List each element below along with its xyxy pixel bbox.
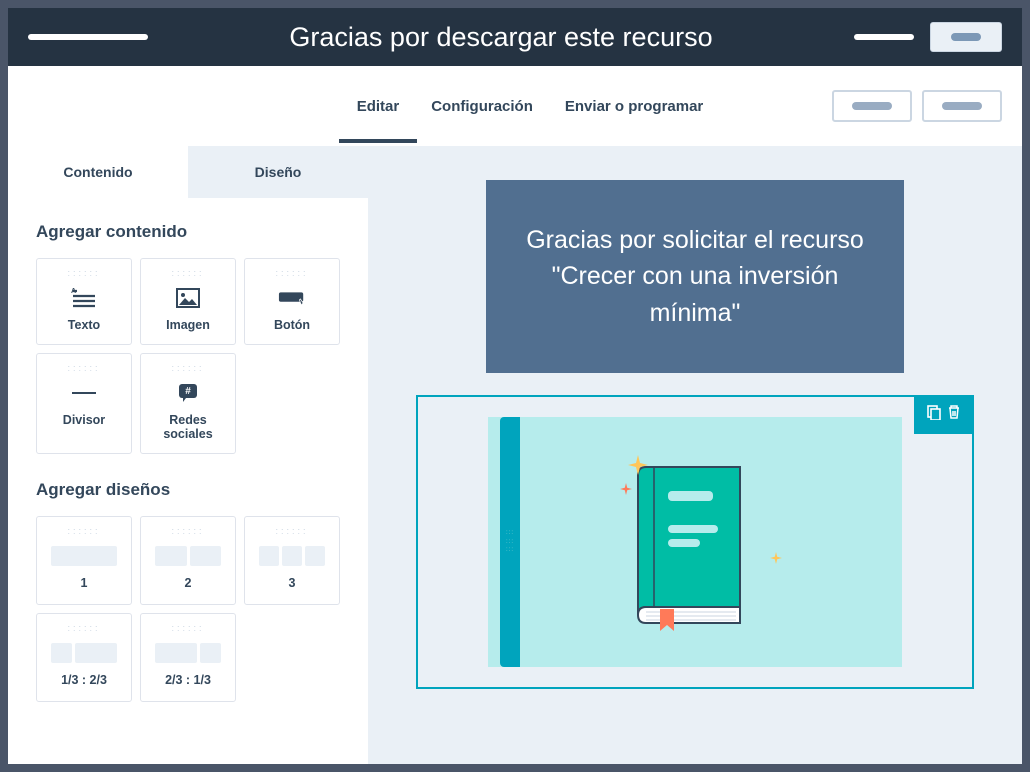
app-window: Gracias por descargar este recurso Edita…: [8, 8, 1022, 764]
content-card-divisor[interactable]: :::::: Divisor: [36, 353, 132, 454]
drag-handle-icon: ::::::: [275, 269, 308, 278]
drag-handle-icon: ::::::: [67, 624, 100, 633]
svg-text:A: A: [71, 288, 76, 295]
book-illustration: [620, 447, 770, 637]
layout-card-3[interactable]: :::::: 3: [244, 516, 340, 605]
delete-icon[interactable]: [946, 404, 962, 425]
sparkle-icon: [620, 483, 632, 495]
drag-handle-icon: ::::::: [171, 527, 204, 536]
secondary-button-1[interactable]: [832, 90, 912, 122]
secondary-nav: Editar Configuración Enviar o programar: [8, 66, 1022, 146]
layout-card-2-1[interactable]: :::::: 2/3 : 1/3: [140, 613, 236, 702]
divider-icon: [70, 381, 98, 405]
content-card-texto[interactable]: :::::: A Texto: [36, 258, 132, 345]
topbar-primary-button[interactable]: [930, 22, 1002, 52]
subtab-contenido[interactable]: Contenido: [8, 146, 188, 198]
card-label: Divisor: [63, 413, 105, 427]
layout-grid: :::::: 1 :::::: 2 :::::: 3: [36, 516, 340, 702]
card-label: 1/3 : 2/3: [61, 673, 107, 687]
subtab-diseno[interactable]: Diseño: [188, 146, 368, 198]
layout-card-2[interactable]: :::::: 2: [140, 516, 236, 605]
topbar-actions: [854, 22, 1002, 52]
drag-handle-icon: ::::::: [171, 624, 204, 633]
nav-tabs: Editar Configuración Enviar o programar: [357, 70, 704, 143]
section-title-layout: Agregar diseños: [36, 480, 340, 500]
drag-handle-icon: ::::::: [171, 364, 204, 373]
tab-configuracion[interactable]: Configuración: [431, 70, 533, 143]
card-label: Imagen: [166, 318, 210, 332]
copy-icon[interactable]: [926, 404, 942, 425]
content-card-redes[interactable]: :::::: # Redes sociales: [140, 353, 236, 454]
card-label: Texto: [68, 318, 100, 332]
sparkle-icon: [770, 552, 782, 564]
block-toolbar: [914, 395, 974, 434]
topbar: Gracias por descargar este recurso: [8, 8, 1022, 66]
section-title-content: Agregar contenido: [36, 222, 340, 242]
tab-enviar[interactable]: Enviar o programar: [565, 70, 703, 143]
tablet-bezel: :::::::::: [500, 417, 520, 667]
drag-handle-icon: ::::::: [67, 269, 100, 278]
page-title: Gracias por descargar este recurso: [289, 22, 712, 53]
drag-handle-icon: ::::::: [67, 527, 100, 536]
social-icon: #: [174, 381, 202, 405]
card-label: 2: [185, 576, 192, 590]
drag-handle-icon: ::::::: [171, 269, 204, 278]
card-label: Botón: [274, 318, 310, 332]
svg-text:#: #: [185, 386, 191, 397]
content-grid: :::::: A Texto :::::: Imagen: [36, 258, 340, 454]
drag-handle-icon: ::::::: [67, 364, 100, 373]
card-label: 2/3 : 1/3: [165, 673, 211, 687]
content-card-imagen[interactable]: :::::: Imagen: [140, 258, 236, 345]
image-icon: [174, 286, 202, 310]
selected-image-block[interactable]: :::::::::: [416, 395, 974, 689]
topbar-logo-placeholder: [28, 34, 148, 40]
sidebar-subtabs: Contenido Diseño: [8, 146, 368, 198]
image-block-content: :::::::::: [488, 417, 902, 667]
tab-editar[interactable]: Editar: [357, 70, 400, 143]
button-icon: [278, 286, 306, 310]
email-header-block[interactable]: Gracias por solicitar el recurso "Crecer…: [486, 180, 904, 373]
sparkle-icon: [628, 455, 648, 475]
card-label: 3: [289, 576, 296, 590]
secondary-button-2[interactable]: [922, 90, 1002, 122]
layout-card-1[interactable]: :::::: 1: [36, 516, 132, 605]
topbar-link-placeholder[interactable]: [854, 34, 914, 40]
text-icon: A: [70, 286, 98, 310]
card-label: Redes sociales: [147, 413, 229, 441]
layout-card-1-2[interactable]: :::::: 1/3 : 2/3: [36, 613, 132, 702]
card-label: 1: [81, 576, 88, 590]
main: Contenido Diseño Agregar contenido :::::…: [8, 146, 1022, 764]
sidebar-content: Agregar contenido :::::: A Texto ::::::: [8, 198, 368, 726]
secondary-actions: [832, 90, 1002, 122]
email-header-text: Gracias por solicitar el recurso "Crecer…: [516, 222, 874, 331]
canvas[interactable]: Gracias por solicitar el recurso "Crecer…: [368, 146, 1022, 764]
content-card-boton[interactable]: :::::: Botón: [244, 258, 340, 345]
sidebar: Contenido Diseño Agregar contenido :::::…: [8, 146, 368, 764]
drag-handle-icon: ::::::: [275, 527, 308, 536]
